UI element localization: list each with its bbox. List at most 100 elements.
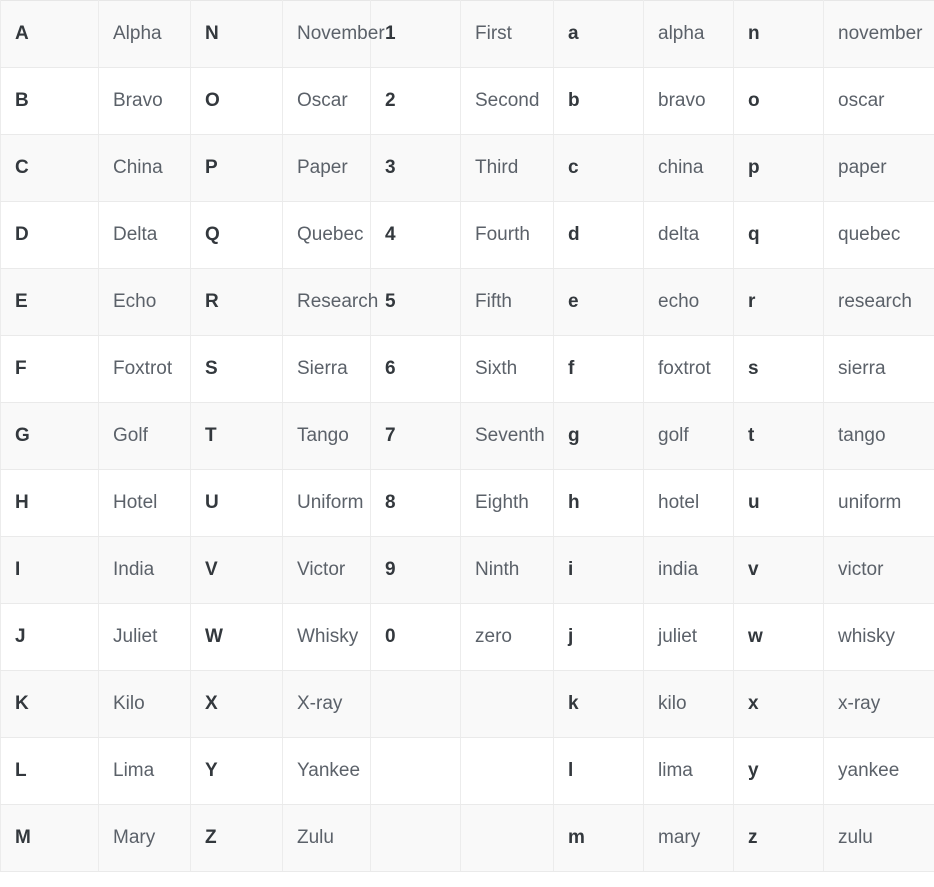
cell-upper_letter_2: Q [190, 201, 283, 269]
cell-lower_word_1: juliet [643, 603, 734, 671]
cell-upper_letter_1: H [0, 469, 99, 537]
cell-ordinal [460, 804, 554, 872]
cell-upper_word_1: Delta [98, 201, 191, 269]
table-row: C China P Paper 3 Third c china p paper [0, 134, 934, 202]
cell-digit: 6 [370, 335, 461, 403]
cell-lower_letter_1: j [553, 603, 644, 671]
cell-ordinal [460, 737, 554, 805]
cell-upper_letter_1: J [0, 603, 99, 671]
cell-ordinal: Third [460, 134, 554, 202]
cell-upper_letter_2: Z [190, 804, 283, 872]
cell-ordinal: Fifth [460, 268, 554, 336]
table-row: B Bravo O Oscar 2 Second b bravo o oscar [0, 67, 934, 135]
table-body: A Alpha N November 1 First a alpha n november B Bra… [0, 0, 934, 872]
table-row: I India V Victor 9 Ninth i india v victor [0, 536, 934, 604]
cell-lower_word_1: golf [643, 402, 734, 470]
cell-upper_word_2: November [282, 0, 385, 68]
cell-upper_word_2: Victor [282, 536, 371, 604]
cell-ordinal [460, 670, 554, 738]
cell-upper_letter_1: D [0, 201, 99, 269]
cell-lower_letter_1: c [553, 134, 644, 202]
cell-upper_word_2: Whisky [282, 603, 371, 671]
cell-ordinal: Fourth [460, 201, 554, 269]
cell-upper_word_2: Sierra [282, 335, 371, 403]
cell-lower_word_1: india [643, 536, 734, 604]
table-row: J Juliet W Whisky 0 zero j juliet w whisky [0, 603, 934, 671]
cell-lower_word_1: kilo [643, 670, 734, 738]
cell-lower_letter_1: g [553, 402, 644, 470]
cell-lower_letter_1: f [553, 335, 644, 403]
cell-upper_letter_1: A [0, 0, 99, 68]
cell-upper_letter_1: G [0, 402, 99, 470]
cell-lower_letter_2: y [733, 737, 824, 805]
cell-lower_word_1: alpha [643, 0, 734, 68]
cell-lower_letter_2: u [733, 469, 824, 537]
cell-ordinal: Ninth [460, 536, 554, 604]
cell-digit [370, 737, 461, 805]
cell-digit [370, 670, 461, 738]
cell-lower_letter_1: k [553, 670, 644, 738]
table-row: L Lima Y Yankee l lima y yankee [0, 737, 934, 805]
cell-ordinal: Second [460, 67, 554, 135]
cell-lower_letter_1: h [553, 469, 644, 537]
cell-lower_letter_2: w [733, 603, 824, 671]
cell-lower_letter_2: n [733, 0, 824, 68]
cell-lower_letter_2: q [733, 201, 824, 269]
cell-upper_word_2: Research [282, 268, 378, 336]
cell-lower_word_2: uniform [823, 469, 934, 537]
table-row: F Foxtrot S Sierra 6 Sixth f foxtrot s sierra [0, 335, 934, 403]
cell-lower_word_1: lima [643, 737, 734, 805]
cell-upper_word_1: China [98, 134, 191, 202]
cell-lower_letter_2: v [733, 536, 824, 604]
cell-digit: 5 [370, 268, 461, 336]
cell-upper_word_1: Mary [98, 804, 191, 872]
table-row: E Echo R Research 5 Fifth e echo r research [0, 268, 934, 336]
cell-digit: 7 [370, 402, 461, 470]
cell-digit: 8 [370, 469, 461, 537]
cell-lower_letter_2: r [733, 268, 824, 336]
cell-upper_word_1: Juliet [98, 603, 191, 671]
table-row: K Kilo X X-ray k kilo x x-ray [0, 670, 934, 738]
table-row: D Delta Q Quebec 4 Fourth d delta q quebec [0, 201, 934, 269]
cell-digit: 4 [370, 201, 461, 269]
cell-upper_letter_1: L [0, 737, 99, 805]
cell-upper_letter_2: N [190, 0, 283, 68]
cell-lower_letter_2: x [733, 670, 824, 738]
cell-upper_letter_2: V [190, 536, 283, 604]
cell-upper_word_2: X-ray [282, 670, 371, 738]
cell-upper_word_2: Paper [282, 134, 371, 202]
cell-digit [370, 804, 461, 872]
table-row: H Hotel U Uniform 8 Eighth h hotel u uniform [0, 469, 934, 537]
cell-ordinal: Sixth [460, 335, 554, 403]
cell-upper_word_1: Hotel [98, 469, 191, 537]
cell-lower_word_1: mary [643, 804, 734, 872]
cell-upper_word_2: Tango [282, 402, 371, 470]
cell-upper_letter_2: W [190, 603, 283, 671]
cell-digit: 0 [370, 603, 461, 671]
cell-digit: 9 [370, 536, 461, 604]
cell-upper_letter_2: U [190, 469, 283, 537]
cell-upper_word_1: India [98, 536, 191, 604]
cell-lower_word_2: quebec [823, 201, 934, 269]
cell-upper_word_1: Golf [98, 402, 191, 470]
cell-upper_letter_1: C [0, 134, 99, 202]
cell-upper_word_1: Echo [98, 268, 191, 336]
cell-upper_letter_1: B [0, 67, 99, 135]
cell-ordinal: First [460, 0, 554, 68]
cell-lower_letter_2: t [733, 402, 824, 470]
cell-upper_word_1: Lima [98, 737, 191, 805]
cell-lower_word_2: victor [823, 536, 934, 604]
cell-upper_word_2: Yankee [282, 737, 371, 805]
cell-upper_word_1: Kilo [98, 670, 191, 738]
cell-upper_letter_1: E [0, 268, 99, 336]
cell-digit: 2 [370, 67, 461, 135]
phonetic-alphabet-table: A Alpha N November 1 First a alpha n november B Bra… [0, 0, 934, 872]
cell-lower_letter_2: p [733, 134, 824, 202]
cell-lower_letter_1: i [553, 536, 644, 604]
cell-lower_letter_1: m [553, 804, 644, 872]
cell-upper_letter_2: P [190, 134, 283, 202]
cell-ordinal: Seventh [460, 402, 554, 470]
cell-upper_letter_2: Y [190, 737, 283, 805]
cell-ordinal: zero [460, 603, 554, 671]
cell-lower_word_2: whisky [823, 603, 934, 671]
